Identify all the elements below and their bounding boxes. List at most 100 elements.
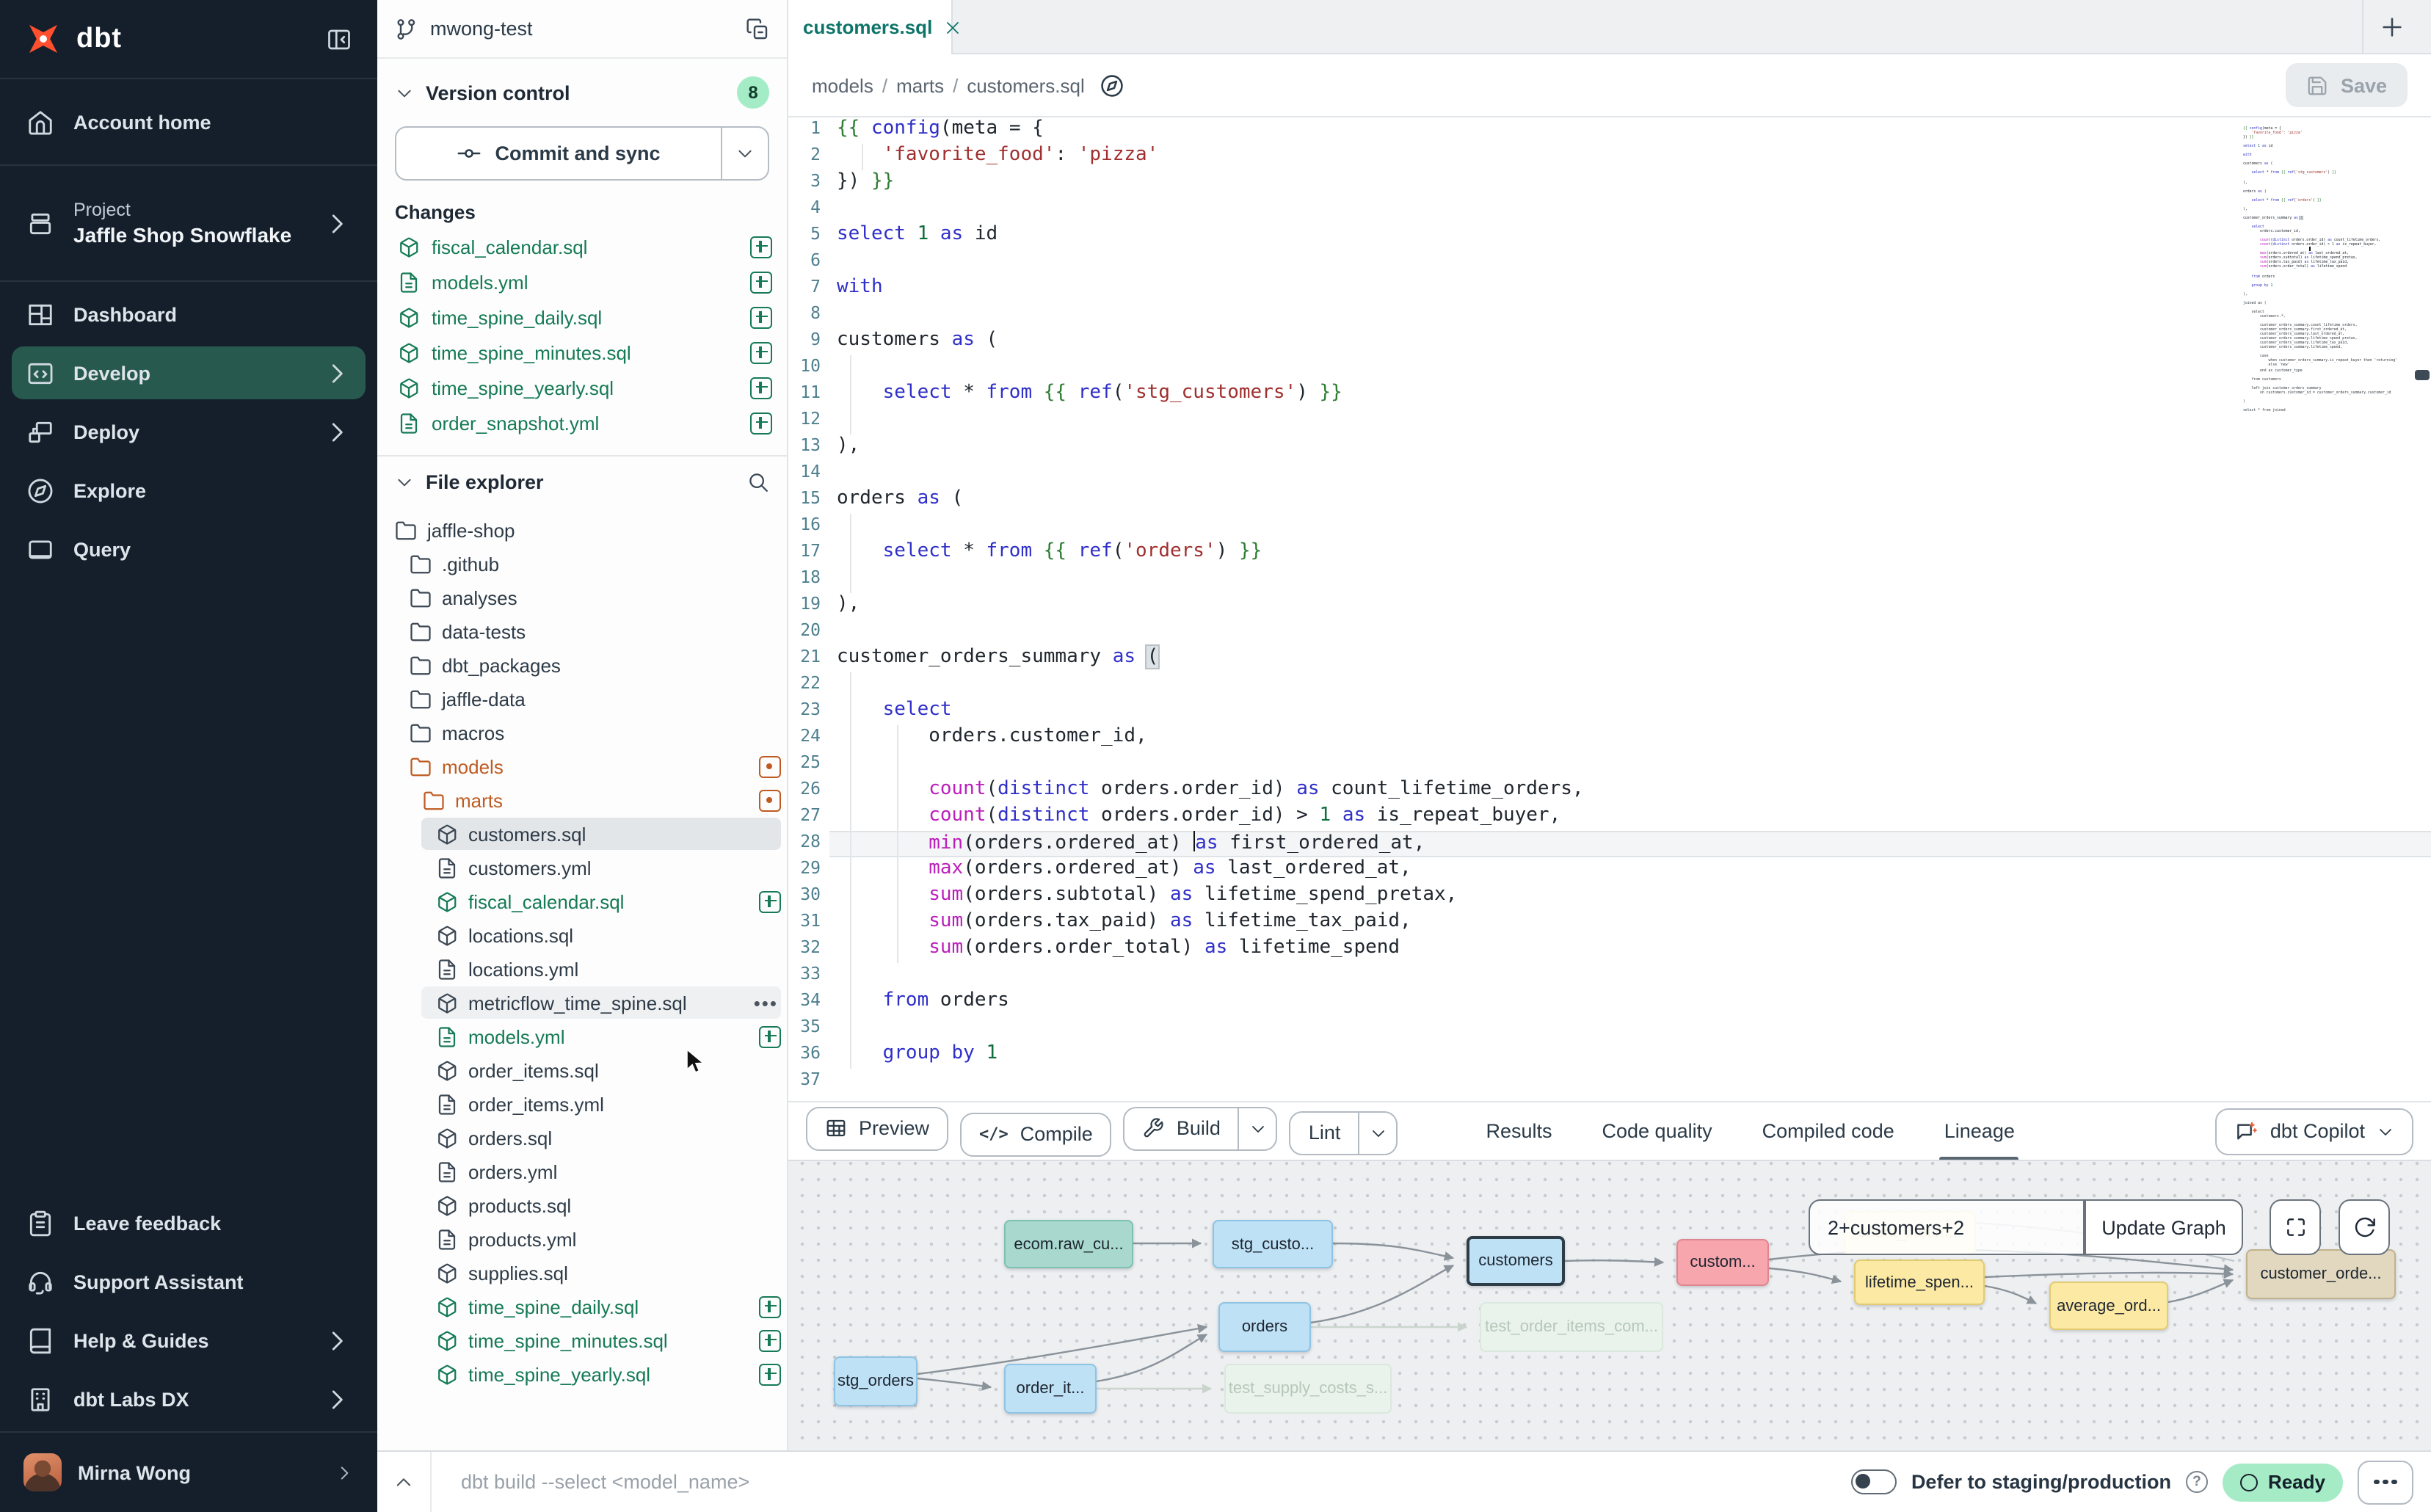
added-badge-icon[interactable] (759, 1295, 781, 1317)
lint-button[interactable]: Lint (1290, 1111, 1398, 1155)
sidebar-collapse-icon[interactable] (324, 26, 354, 52)
sidebar-item-dashboard[interactable]: Dashboard (12, 288, 366, 341)
tree-item-analyses[interactable]: analyses (395, 581, 781, 614)
status-badge[interactable]: Ready (2223, 1463, 2343, 1501)
change-row[interactable]: time_spine_minutes.sql (377, 335, 787, 370)
lineage-node-stg-custo-[interactable]: stg_custo... (1213, 1220, 1333, 1268)
tree-item-orders-yml[interactable]: orders.yml (421, 1155, 781, 1188)
lineage-node-orders[interactable]: orders (1218, 1302, 1311, 1352)
lineage-node-stg-orders[interactable]: stg_orders (834, 1356, 917, 1406)
sidebar-item-deploy[interactable]: Deploy (12, 405, 366, 458)
version-control-header[interactable]: Version control 8 (377, 73, 787, 112)
tree-item-customers-sql[interactable]: customers.sql (421, 818, 781, 850)
lineage-node-test-supply-costs-s-[interactable]: test_supply_costs_s... (1224, 1364, 1392, 1414)
change-row[interactable]: stg_orders.sql (377, 440, 787, 443)
modified-badge-icon[interactable] (759, 789, 781, 811)
lineage-node-order-it-[interactable]: order_it... (1004, 1364, 1097, 1414)
tree-item-time-spine-daily-sql[interactable]: time_spine_daily.sql (421, 1290, 781, 1323)
added-badge-icon[interactable] (759, 1329, 781, 1351)
change-row[interactable]: time_spine_daily.sql (377, 299, 787, 335)
change-row[interactable]: fiscal_calendar.sql (377, 229, 787, 264)
tree-item-models[interactable]: models (395, 750, 781, 782)
tab-compiled-code[interactable]: Compiled code (1762, 1102, 1894, 1160)
defer-toggle[interactable] (1851, 1469, 1897, 1494)
tree-item-supplies-sql[interactable]: supplies.sql (421, 1257, 781, 1289)
tab-code-quality[interactable]: Code quality (1602, 1102, 1712, 1160)
compile-button[interactable]: </>Compile (960, 1112, 1112, 1156)
tree-item-products-yml[interactable]: products.yml (421, 1223, 781, 1255)
added-badge-icon[interactable] (759, 890, 781, 912)
refresh-button[interactable] (2339, 1199, 2390, 1255)
sidebar-item-account-home[interactable]: Account home (12, 91, 366, 153)
tree-item-customers-yml[interactable]: customers.yml (421, 851, 781, 884)
tab-results[interactable]: Results (1486, 1102, 1552, 1160)
sidebar-item-project[interactable]: ProjectJaffle Shop Snowflake (12, 178, 366, 269)
code-editor[interactable]: 1234567891011121314151617181920212223242… (788, 117, 2431, 1101)
close-icon[interactable] (944, 18, 962, 36)
modified-badge-icon[interactable] (759, 755, 781, 777)
tree-item-order-items-sql[interactable]: order_items.sql (421, 1054, 781, 1086)
added-badge-icon[interactable] (750, 412, 772, 434)
tree-item-jaffle-shop[interactable]: jaffle-shop (380, 514, 781, 546)
commit-options-button[interactable] (721, 128, 768, 179)
lineage-node-custom-[interactable]: custom... (1676, 1239, 1769, 1286)
tree-item-time-spine-yearly-sql[interactable]: time_spine_yearly.sql (421, 1358, 781, 1390)
change-row[interactable]: order_snapshot.yml (377, 405, 787, 440)
lineage-canvas[interactable]: count_lifetim...ecom.raw_cu...stg_custo.… (788, 1160, 2431, 1450)
fullscreen-button[interactable] (2270, 1199, 2321, 1255)
lineage-node-lifetime-spen-[interactable]: lifetime_spen... (1854, 1260, 1985, 1305)
tree-item-products-sql[interactable]: products.sql (421, 1189, 781, 1221)
tree-item-macros[interactable]: macros (395, 716, 781, 749)
tree-item--github[interactable]: .github (395, 548, 781, 580)
breadcrumb-models[interactable]: models (812, 74, 873, 96)
tree-item-locations-yml[interactable]: locations.yml (421, 953, 781, 985)
help-icon[interactable]: ? (2186, 1471, 2208, 1493)
added-badge-icon[interactable] (750, 271, 772, 293)
row-menu-button[interactable]: ••• (754, 992, 781, 1014)
lineage-node-average-ord-[interactable]: average_ord... (2049, 1282, 2168, 1330)
tree-item-time-spine-minutes-sql[interactable]: time_spine_minutes.sql (421, 1324, 781, 1356)
change-row[interactable]: time_spine_yearly.sql (377, 370, 787, 405)
search-icon[interactable] (747, 470, 769, 493)
tree-item-order-items-yml[interactable]: order_items.yml (421, 1088, 781, 1120)
commit-and-sync-button[interactable]: Commit and sync (395, 126, 769, 181)
added-badge-icon[interactable] (759, 1025, 781, 1047)
tree-item-metricflow-time-spine-sql[interactable]: metricflow_time_spine.sql••• (421, 986, 781, 1019)
minimap[interactable]: {{ config(meta = { 'favorite_food': 'piz… (2243, 126, 2408, 412)
more-options-button[interactable] (2358, 1460, 2413, 1504)
preview-button[interactable]: Preview (806, 1106, 948, 1150)
sidebar-item-dbt-labs-dx[interactable]: dbt Labs DX (12, 1373, 366, 1425)
dbt-copilot-button[interactable]: dbt Copilot (2216, 1108, 2413, 1155)
lineage-node-ecom-raw-cu-[interactable]: ecom.raw_cu... (1004, 1220, 1133, 1268)
scrollbar-thumb[interactable] (2415, 370, 2430, 380)
sidebar-item-help-guides[interactable]: Help & Guides (12, 1314, 366, 1367)
new-tab-button[interactable] (2380, 15, 2405, 40)
build-button[interactable]: Build (1124, 1106, 1278, 1150)
tree-item-data-tests[interactable]: data-tests (395, 615, 781, 647)
expand-command-bar-button[interactable] (377, 1452, 432, 1512)
sidebar-item-support-assistant[interactable]: Support Assistant (12, 1255, 366, 1308)
added-badge-icon[interactable] (759, 1363, 781, 1385)
added-badge-icon[interactable] (750, 341, 772, 363)
lineage-node-test-order-items-com-[interactable]: test_order_items_com... (1480, 1302, 1663, 1352)
lineage-node-customer-orde-[interactable]: customer_orde... (2246, 1249, 2396, 1299)
user-menu[interactable]: Mirna Wong (0, 1431, 377, 1512)
added-badge-icon[interactable] (750, 236, 772, 258)
compass-icon[interactable] (1100, 73, 1124, 98)
tree-item-orders-sql[interactable]: orders.sql (421, 1122, 781, 1154)
lint-options-button[interactable] (1358, 1112, 1396, 1153)
copy-icon[interactable] (746, 17, 769, 40)
save-button[interactable]: Save (2286, 63, 2408, 107)
sidebar-item-query[interactable]: Query (12, 523, 366, 575)
tree-item-jaffle-data[interactable]: jaffle-data (395, 683, 781, 715)
tree-item-models-yml[interactable]: models.yml (421, 1020, 781, 1053)
sidebar-item-explore[interactable]: Explore (12, 464, 366, 517)
breadcrumb-file[interactable]: customers.sql (967, 74, 1084, 96)
tree-item-fiscal-calendar-sql[interactable]: fiscal_calendar.sql (421, 885, 781, 917)
tree-item-locations-sql[interactable]: locations.sql (421, 919, 781, 951)
sidebar-item-develop[interactable]: Develop (12, 346, 366, 399)
breadcrumb-marts[interactable]: marts (896, 74, 944, 96)
command-input[interactable]: dbt build --select <model_name> (432, 1471, 1851, 1493)
tab-customers-sql[interactable]: customers.sql (788, 0, 953, 54)
tab-lineage[interactable]: Lineage (1944, 1102, 2015, 1160)
